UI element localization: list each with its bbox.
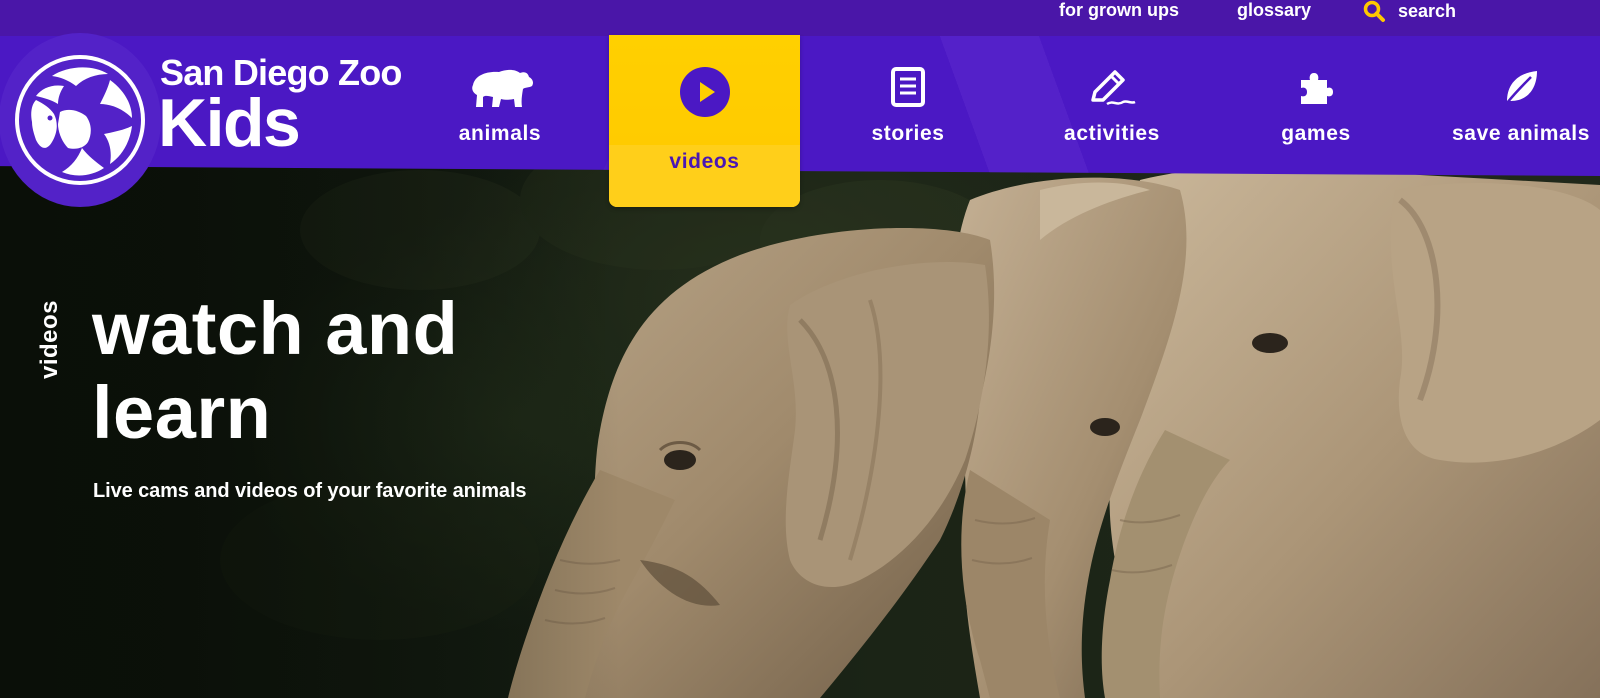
nav-item-activities[interactable]: activities	[1050, 35, 1174, 175]
nav-label-videos: videos	[669, 150, 740, 173]
nav-item-animals[interactable]: animals	[440, 35, 560, 175]
glossary-link[interactable]: glossary	[1237, 0, 1311, 22]
bear-icon	[465, 63, 535, 111]
nav-item-stories[interactable]: stories	[848, 35, 968, 175]
lion-icon	[15, 55, 145, 185]
nav-item-games[interactable]: games	[1256, 35, 1376, 175]
nav-label-stories: stories	[871, 122, 945, 145]
search-label: search	[1398, 1, 1457, 21]
search-icon	[1362, 0, 1386, 23]
logo-line-kids: Kids	[158, 85, 301, 161]
pencil-icon	[1087, 63, 1137, 111]
play-icon	[679, 66, 731, 117]
section-label: videos	[36, 300, 63, 380]
nav-item-save-animals[interactable]: save animals	[1443, 35, 1599, 175]
leaf-icon	[1501, 63, 1541, 111]
nav-item-videos[interactable]: videos	[609, 35, 800, 207]
page-title: watch and learn	[92, 287, 459, 454]
search-link[interactable]: search	[1362, 0, 1456, 22]
utility-bar: for grown ups glossary search	[0, 0, 1600, 36]
for-grown-ups-link[interactable]: for grown ups	[1059, 0, 1179, 22]
page-subtitle: Live cams and videos of your favorite an…	[93, 480, 527, 502]
logo-wordmark[interactable]: San Diego Zoo Kids	[158, 54, 402, 161]
nav-label-animals: animals	[458, 122, 542, 145]
nav-label-activities: activities	[1064, 122, 1160, 145]
logo-badge[interactable]	[0, 33, 161, 207]
puzzle-icon	[1297, 63, 1335, 111]
nav-label-games: games	[1281, 122, 1351, 145]
document-icon	[890, 63, 926, 111]
nav-label-save-animals: save animals	[1452, 122, 1590, 145]
